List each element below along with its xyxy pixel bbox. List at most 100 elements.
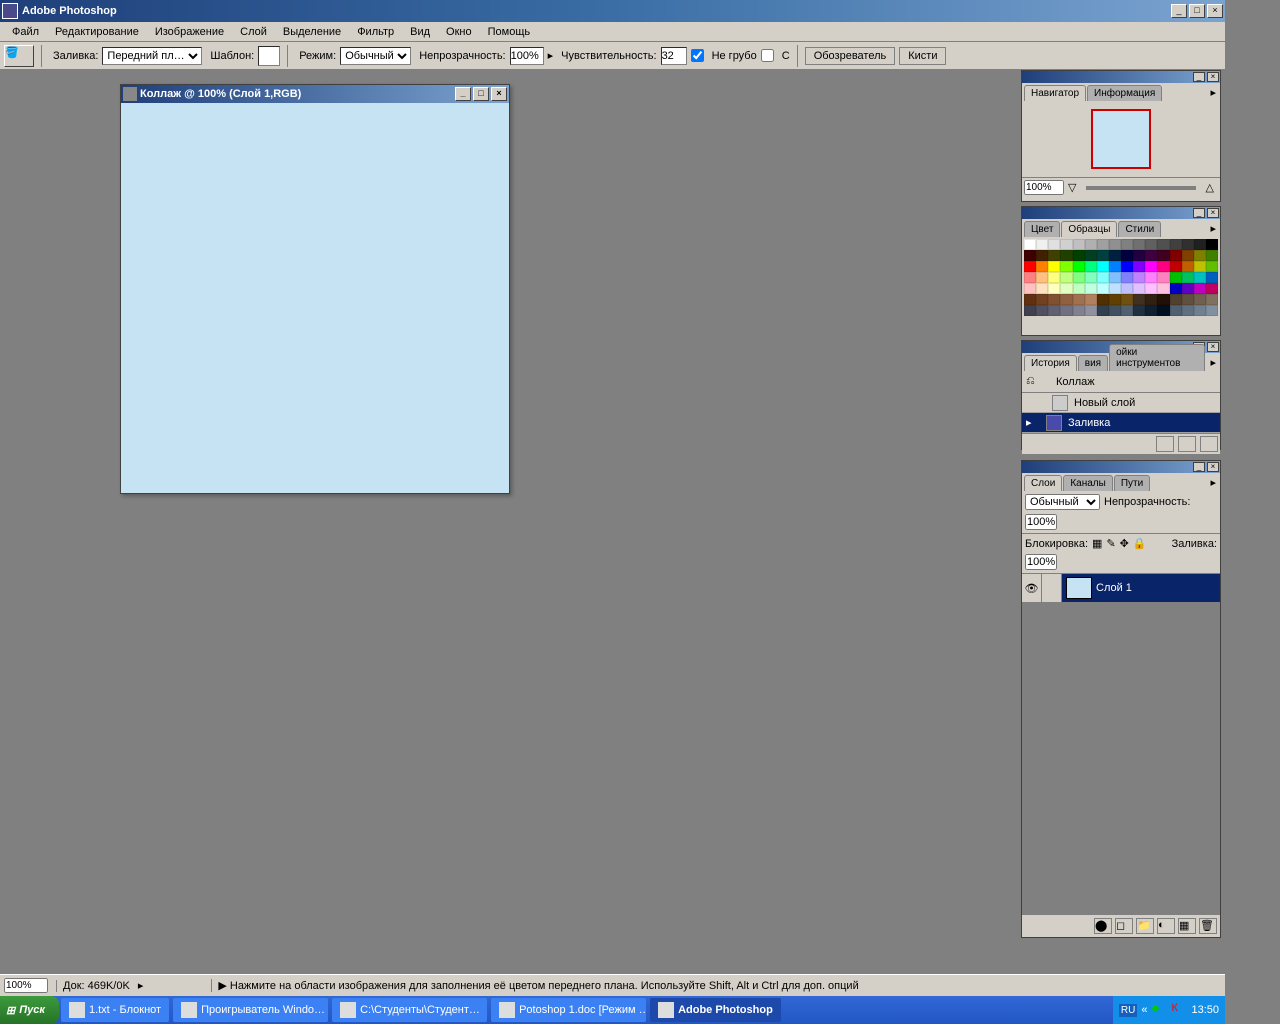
swatch-cell[interactable] xyxy=(1060,272,1072,283)
swatch-cell[interactable] xyxy=(1097,261,1109,272)
swatch-cell[interactable] xyxy=(1121,239,1133,250)
mode-select[interactable]: Обычный xyxy=(340,47,411,65)
swatch-cell[interactable] xyxy=(1073,294,1085,305)
swatch-cell[interactable] xyxy=(1097,250,1109,261)
history-item-new-layer[interactable]: Новый слой xyxy=(1022,393,1220,413)
menu-image[interactable]: Изображение xyxy=(147,24,232,40)
swatch-cell[interactable] xyxy=(1024,305,1036,316)
swatch-cell[interactable] xyxy=(1109,261,1121,272)
nav-close[interactable]: × xyxy=(1207,72,1219,82)
swatch-cell[interactable] xyxy=(1194,294,1206,305)
link-toggle[interactable] xyxy=(1042,574,1062,602)
menu-view[interactable]: Вид xyxy=(402,24,438,40)
swatch-cell[interactable] xyxy=(1170,261,1182,272)
swatch-cell[interactable] xyxy=(1109,283,1121,294)
swatch-cell[interactable] xyxy=(1145,250,1157,261)
color-tab[interactable]: Цвет xyxy=(1024,221,1060,237)
navigator-thumbnail[interactable] xyxy=(1091,109,1151,169)
swatch-cell[interactable] xyxy=(1109,250,1121,261)
swatch-cell[interactable] xyxy=(1157,305,1169,316)
swatch-cell[interactable] xyxy=(1073,261,1085,272)
menu-layer[interactable]: Слой xyxy=(232,24,275,40)
swatch-cell[interactable] xyxy=(1133,272,1145,283)
swatch-cell[interactable] xyxy=(1060,250,1072,261)
lay-menu-icon[interactable]: ▸ xyxy=(1206,474,1220,491)
swatch-cell[interactable] xyxy=(1121,261,1133,272)
task-wmp[interactable]: Проигрыватель Windo… xyxy=(173,998,328,1022)
swatch-cell[interactable] xyxy=(1097,294,1109,305)
info-tab[interactable]: Информация xyxy=(1087,85,1162,101)
tray-icon-1[interactable]: ⬥ xyxy=(1151,1002,1167,1018)
fill-select[interactable]: Передний пл… xyxy=(102,47,202,65)
history-item-fill[interactable]: ▸ Заливка xyxy=(1022,413,1220,433)
swatch-cell[interactable] xyxy=(1182,305,1194,316)
swatch-cell[interactable] xyxy=(1036,294,1048,305)
delete-layer-button[interactable]: 🗑 xyxy=(1199,918,1217,934)
layers-tab[interactable]: Слои xyxy=(1024,475,1062,491)
swatch-cell[interactable] xyxy=(1085,283,1097,294)
swatch-cell[interactable] xyxy=(1024,239,1036,250)
swatch-cell[interactable] xyxy=(1206,261,1218,272)
swatch-cell[interactable] xyxy=(1145,305,1157,316)
pattern-swatch[interactable] xyxy=(258,46,280,66)
swatch-cell[interactable] xyxy=(1157,239,1169,250)
menu-edit[interactable]: Редактирование xyxy=(47,24,147,40)
new-doc-from-state-button[interactable] xyxy=(1156,436,1174,452)
lay-close[interactable]: × xyxy=(1207,462,1219,472)
swatch-cell[interactable] xyxy=(1182,294,1194,305)
swatch-cell[interactable] xyxy=(1170,283,1182,294)
swatch-cell[interactable] xyxy=(1145,272,1157,283)
nav-zoom-input[interactable] xyxy=(1024,180,1064,195)
swatch-cell[interactable] xyxy=(1157,272,1169,283)
swatch-cell[interactable] xyxy=(1145,239,1157,250)
swatch-cell[interactable] xyxy=(1182,239,1194,250)
canvas[interactable] xyxy=(121,103,509,493)
layer-style-button[interactable]: ⬤ xyxy=(1094,918,1112,934)
swatch-cell[interactable] xyxy=(1085,239,1097,250)
swatch-cell[interactable] xyxy=(1048,294,1060,305)
task-word[interactable]: Potoshop 1.doc [Режим … xyxy=(491,998,646,1022)
new-set-button[interactable]: 📁 xyxy=(1136,918,1154,934)
swatch-cell[interactable] xyxy=(1206,283,1218,294)
layer-thumbnail[interactable] xyxy=(1066,577,1092,599)
swatch-cell[interactable] xyxy=(1024,283,1036,294)
lock-paint-icon[interactable]: ✎ xyxy=(1106,537,1115,550)
swatch-cell[interactable] xyxy=(1073,239,1085,250)
swatch-cell[interactable] xyxy=(1157,250,1169,261)
swatch-cell[interactable] xyxy=(1182,283,1194,294)
history-snapshot[interactable]: ⎌ Коллаж xyxy=(1022,371,1220,393)
maximize-button[interactable]: □ xyxy=(1189,4,1205,18)
swatch-cell[interactable] xyxy=(1085,305,1097,316)
swatch-cell[interactable] xyxy=(1073,305,1085,316)
swatch-cell[interactable] xyxy=(1048,261,1060,272)
swatch-cell[interactable] xyxy=(1133,250,1145,261)
layer-opacity-input[interactable] xyxy=(1025,514,1057,530)
swatch-cell[interactable] xyxy=(1109,272,1121,283)
swatch-cell[interactable] xyxy=(1109,305,1121,316)
swatch-cell[interactable] xyxy=(1206,250,1218,261)
swatch-cell[interactable] xyxy=(1194,305,1206,316)
zoom-out-icon[interactable]: ▽ xyxy=(1068,181,1076,194)
browser-tab[interactable]: Обозреватель xyxy=(805,47,896,65)
swatch-cell[interactable] xyxy=(1170,272,1182,283)
tool-presets-tab[interactable]: ойки инструментов xyxy=(1109,344,1205,371)
tray-arrow-icon[interactable]: « xyxy=(1141,1004,1147,1016)
swatch-cell[interactable] xyxy=(1206,305,1218,316)
nav-zoom-slider[interactable] xyxy=(1086,186,1195,190)
swatch-cell[interactable] xyxy=(1133,294,1145,305)
swatch-cell[interactable] xyxy=(1060,283,1072,294)
swatch-cell[interactable] xyxy=(1085,294,1097,305)
swatch-cell[interactable] xyxy=(1060,261,1072,272)
swatch-cell[interactable] xyxy=(1073,250,1085,261)
swatch-cell[interactable] xyxy=(1194,283,1206,294)
swatch-cell[interactable] xyxy=(1206,294,1218,305)
menu-help[interactable]: Помощь xyxy=(480,24,539,40)
menu-file[interactable]: Файл xyxy=(4,24,47,40)
doc-close-button[interactable]: × xyxy=(491,87,507,101)
swatch-cell[interactable] xyxy=(1097,272,1109,283)
doc-maximize-button[interactable]: □ xyxy=(473,87,489,101)
swatch-cell[interactable] xyxy=(1133,261,1145,272)
swatch-cell[interactable] xyxy=(1109,294,1121,305)
swatch-cell[interactable] xyxy=(1024,250,1036,261)
doc-minimize-button[interactable]: _ xyxy=(455,87,471,101)
